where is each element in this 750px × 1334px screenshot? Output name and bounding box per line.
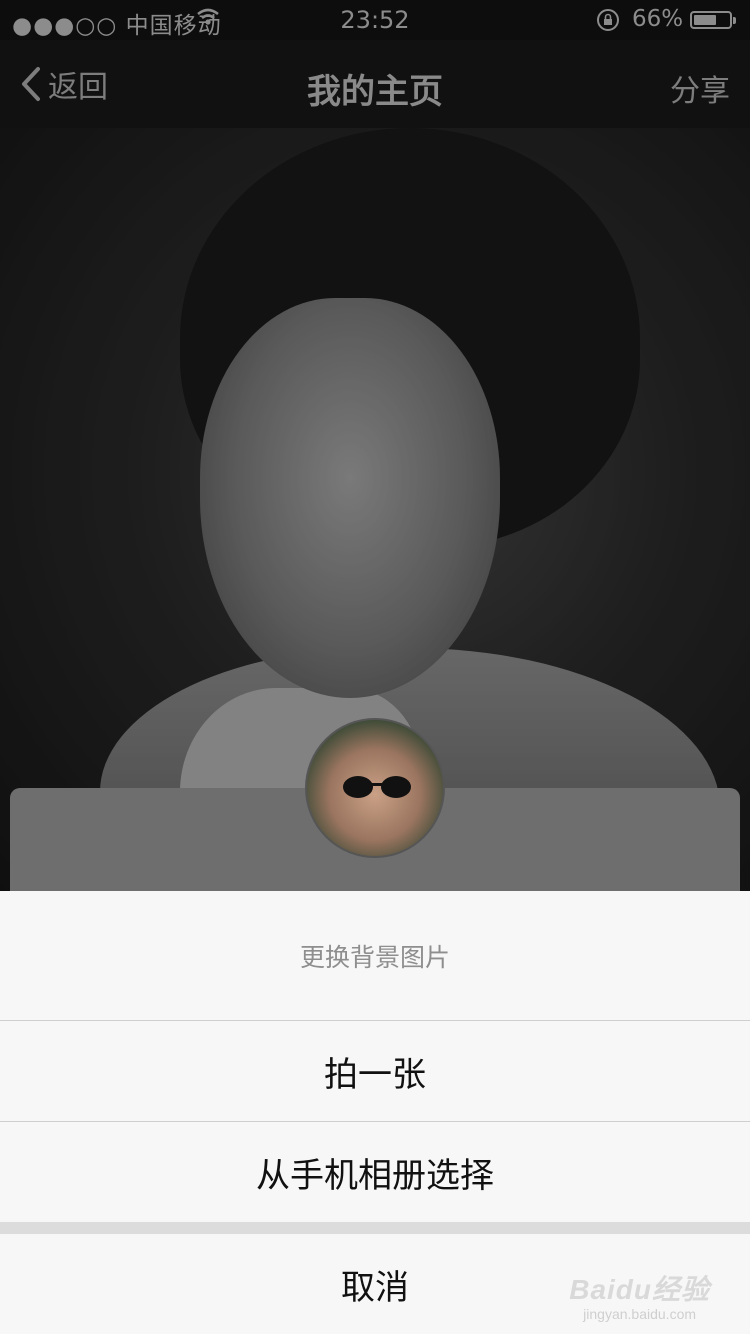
- watermark-brand: Baidu经验: [569, 1274, 710, 1305]
- share-button[interactable]: 分享: [670, 66, 730, 110]
- action-sheet-title: 更换背景图片: [0, 891, 750, 1020]
- battery-percent: 66%: [632, 6, 684, 32]
- avatar-sunglasses: [343, 776, 411, 798]
- avatar[interactable]: [305, 718, 445, 858]
- watermark-url: jingyan.baidu.com: [583, 1306, 697, 1322]
- baidu-watermark: Baidu经验 jingyan.baidu.com: [569, 1268, 710, 1322]
- choose-from-album-button[interactable]: 从手机相册选择: [0, 1122, 750, 1222]
- rotation-lock-icon: [596, 8, 620, 38]
- nav-bar: 返回 我的主页 分享: [0, 40, 750, 128]
- battery-icon: [690, 11, 736, 29]
- battery-fill: [694, 15, 716, 25]
- status-bar: ●●●○○ 中国移动 23:52 66%: [0, 0, 750, 40]
- page-title: 我的主页: [307, 72, 443, 112]
- action-sheet-separator: [0, 1222, 750, 1234]
- take-photo-button[interactable]: 拍一张: [0, 1021, 750, 1121]
